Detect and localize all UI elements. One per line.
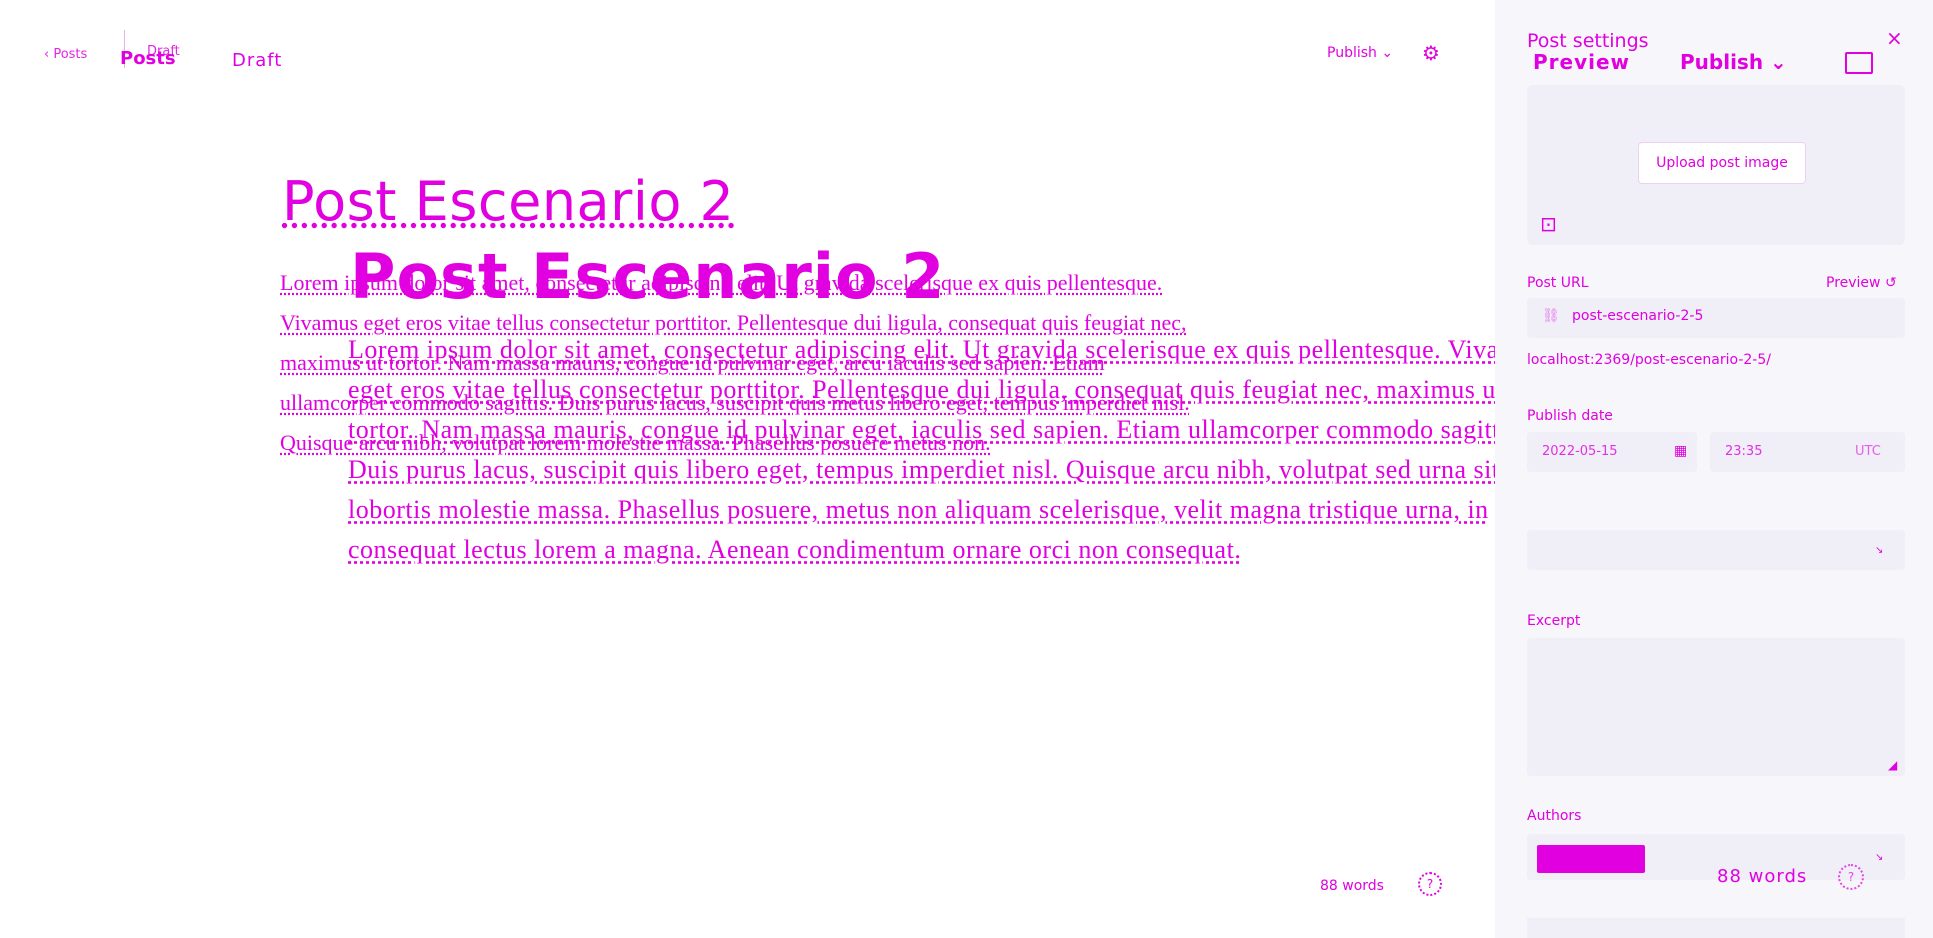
post-title-ghost: Post Escenario 2 bbox=[282, 170, 735, 233]
author-chip[interactable] bbox=[1537, 845, 1645, 873]
help-icon[interactable]: ? bbox=[1418, 872, 1442, 896]
upload-post-image-button[interactable]: Upload post image bbox=[1638, 142, 1806, 184]
preview-button[interactable]: Preview bbox=[1533, 50, 1630, 74]
post-url-helper: localhost:2369/post-escenario-2-5/ bbox=[1527, 352, 1771, 368]
excerpt-label: Excerpt bbox=[1527, 613, 1581, 629]
publish-date-label: Publish date bbox=[1527, 408, 1613, 424]
post-settings-title: Post settings bbox=[1527, 30, 1649, 52]
link-icon: ⛓ bbox=[1542, 308, 1560, 324]
sidebar-toggle-icon[interactable] bbox=[1845, 52, 1873, 74]
publish-time-value: 23:35 bbox=[1725, 444, 1763, 459]
word-count: 88 words bbox=[1717, 866, 1808, 887]
post-body[interactable]: Lorem ipsum dolor sit amet, consectetur … bbox=[348, 330, 1568, 570]
close-icon[interactable]: × bbox=[1886, 26, 1903, 50]
preview-link[interactable]: Preview ↺ bbox=[1826, 275, 1897, 291]
publish-button[interactable]: Publish ⌄ bbox=[1680, 50, 1787, 74]
chevron-down-icon[interactable]: ↘ bbox=[1875, 545, 1883, 556]
posts-link[interactable]: Posts bbox=[120, 48, 176, 69]
draft-status: Draft bbox=[232, 50, 283, 71]
post-title[interactable]: Post Escenario 2 bbox=[350, 240, 945, 313]
timezone-label: UTC bbox=[1855, 444, 1881, 459]
chevron-down-icon[interactable]: ↘ bbox=[1875, 852, 1883, 863]
gear-icon[interactable]: ⚙ bbox=[1422, 41, 1440, 65]
sidebar-bottom-section bbox=[1527, 918, 1905, 938]
help-icon[interactable]: ? bbox=[1838, 864, 1864, 890]
word-count-ghost: 88 words bbox=[1320, 878, 1384, 894]
publish-dropdown-ghost[interactable]: Publish ⌄ bbox=[1327, 45, 1393, 61]
excerpt-textarea[interactable] bbox=[1527, 638, 1905, 776]
tags-input[interactable] bbox=[1527, 530, 1905, 570]
resize-handle-icon[interactable]: ◢ bbox=[1888, 758, 1897, 772]
calendar-icon[interactable]: ▦ bbox=[1674, 443, 1687, 459]
post-url-value: post-escenario-2-5 bbox=[1572, 308, 1704, 324]
post-url-label: Post URL bbox=[1527, 275, 1589, 291]
publish-date-value: 2022-05-15 bbox=[1542, 444, 1618, 459]
unsplash-icon[interactable]: ⊡ bbox=[1540, 212, 1557, 236]
authors-label: Authors bbox=[1527, 808, 1582, 824]
back-to-posts-link[interactable]: ‹ Posts bbox=[44, 47, 87, 62]
